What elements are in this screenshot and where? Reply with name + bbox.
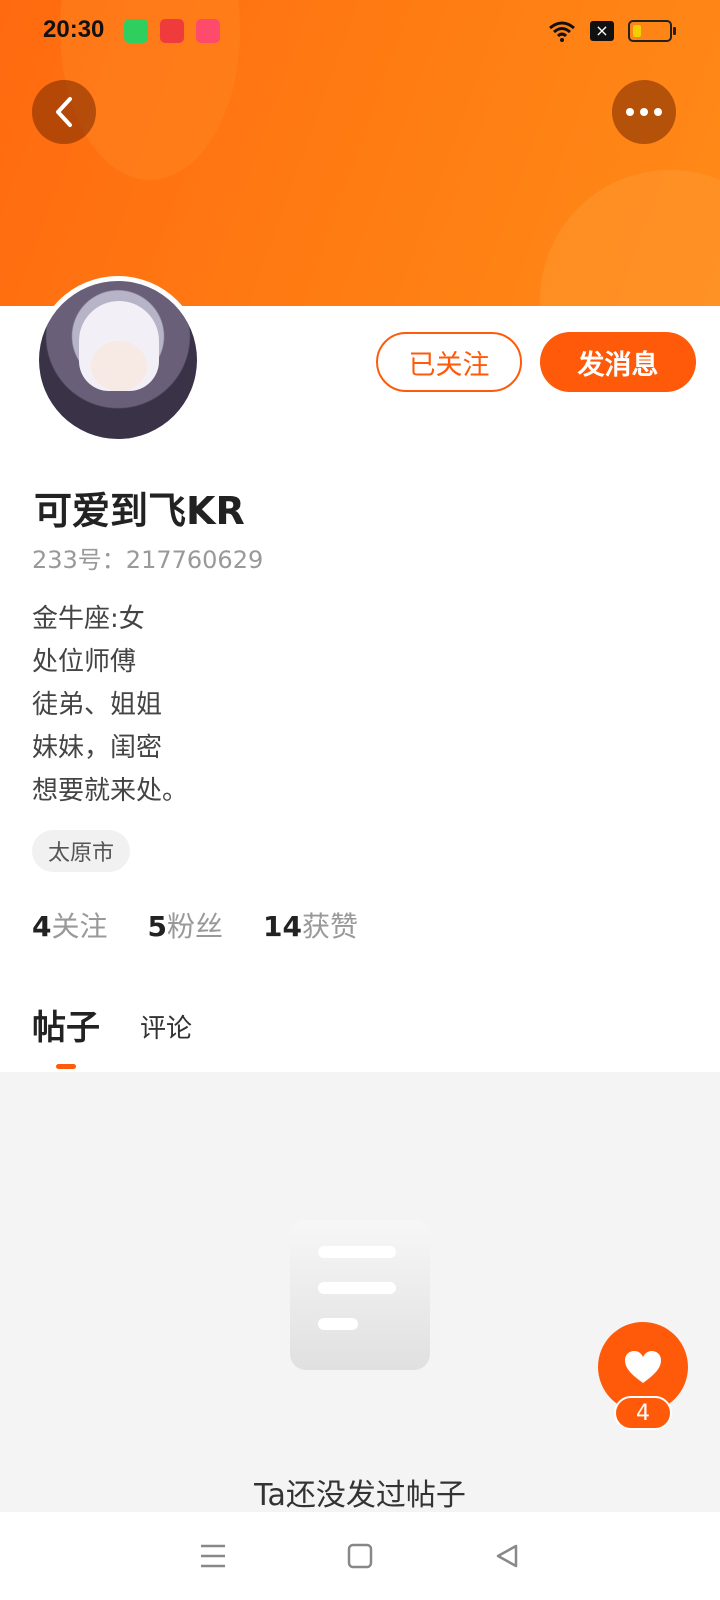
app-icon-red bbox=[160, 19, 184, 43]
location-tag: 太原市 bbox=[32, 830, 131, 872]
like-count: 4 bbox=[614, 1396, 672, 1430]
avatar bbox=[39, 281, 197, 439]
username: 可爱到飞KR bbox=[34, 489, 245, 533]
status-time: 20:30 bbox=[43, 16, 105, 43]
bio-line: 徒弟、姐姐 bbox=[32, 690, 163, 720]
menu-icon[interactable] bbox=[193, 1536, 233, 1576]
tab-comments[interactable]: 评论 bbox=[140, 1008, 192, 1049]
tab-bar: 帖子 评论 bbox=[32, 1000, 192, 1069]
banner-decoration bbox=[540, 170, 720, 306]
stat-label: 获赞 bbox=[301, 910, 358, 943]
user-id: 233号：217760629 bbox=[32, 546, 264, 574]
tab-indicator bbox=[56, 1064, 76, 1069]
app-icon-green bbox=[124, 19, 148, 43]
back-triangle-icon[interactable] bbox=[487, 1536, 527, 1576]
system-nav-bar bbox=[0, 1512, 720, 1600]
wifi-icon bbox=[549, 21, 575, 42]
tab-label: 帖子 bbox=[32, 1008, 100, 1048]
bio-line: 处位师傅 bbox=[32, 647, 137, 677]
header-banner: 20:30 × bbox=[0, 0, 720, 306]
send-message-button[interactable]: 发消息 bbox=[540, 332, 696, 392]
status-bar: 20:30 × bbox=[0, 0, 720, 64]
tab-posts[interactable]: 帖子 bbox=[32, 1000, 100, 1069]
back-button[interactable] bbox=[32, 80, 96, 144]
stat-followers[interactable]: 5粉丝 bbox=[148, 905, 224, 945]
more-dots-icon bbox=[626, 108, 662, 116]
stat-number: 14 bbox=[263, 910, 302, 943]
stats-row: 4关注 5粉丝 14获赞 bbox=[32, 905, 358, 945]
bio-line: 妹妹，闺密 bbox=[32, 733, 163, 763]
stat-number: 4 bbox=[32, 910, 52, 943]
avatar-frame[interactable] bbox=[34, 276, 202, 444]
bio-line: 想要就来处。 bbox=[32, 776, 189, 806]
bio: 金牛座:女 处位师傅 徒弟、姐姐 妹妹，闺密 想要就来处。 bbox=[32, 598, 188, 813]
followed-button[interactable]: 已关注 bbox=[376, 332, 522, 392]
battery-icon bbox=[628, 20, 676, 42]
stat-label: 粉丝 bbox=[166, 910, 223, 943]
bio-line: 金牛座:女 bbox=[32, 604, 145, 634]
no-sim-icon: × bbox=[590, 21, 614, 41]
stat-label: 关注 bbox=[51, 910, 108, 943]
home-square-icon[interactable] bbox=[340, 1536, 380, 1576]
stat-likes[interactable]: 14获赞 bbox=[263, 905, 358, 945]
content-area: Ta还没发过帖子 bbox=[0, 1072, 720, 1513]
empty-state-text: Ta还没发过帖子 bbox=[254, 1478, 466, 1513]
stat-number: 5 bbox=[147, 910, 167, 943]
stat-following[interactable]: 4关注 bbox=[32, 905, 108, 945]
more-button[interactable] bbox=[612, 80, 676, 144]
empty-document-icon bbox=[290, 1220, 430, 1370]
app-icon-pink bbox=[196, 19, 220, 43]
chevron-left-icon bbox=[56, 97, 72, 127]
heart-icon bbox=[625, 1351, 661, 1383]
